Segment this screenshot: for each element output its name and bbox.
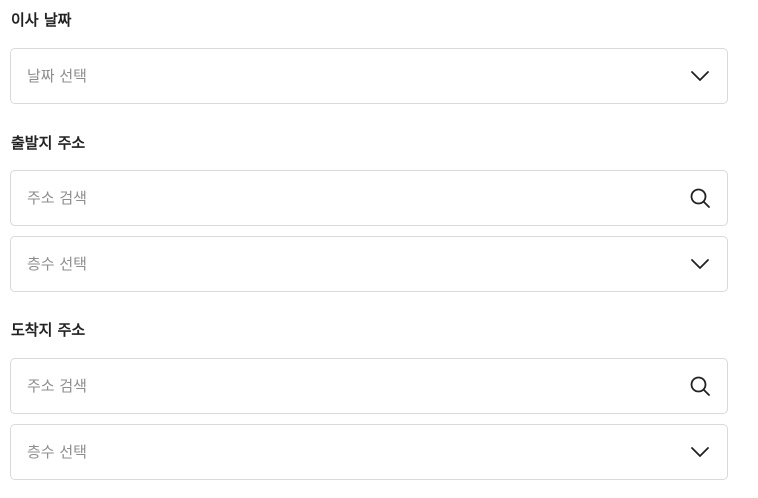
destination-floor-placeholder: 층수 선택	[27, 443, 87, 461]
move-date-select[interactable]: 날짜 선택	[10, 48, 728, 104]
move-date-label: 이사 날짜	[11, 11, 72, 29]
destination-floor-select[interactable]: 층수 선택	[10, 424, 728, 480]
origin-address-label: 출발지 주소	[11, 134, 86, 152]
search-icon[interactable]	[689, 375, 711, 397]
search-icon[interactable]	[689, 187, 711, 209]
destination-search-placeholder: 주소 검색	[27, 377, 87, 395]
destination-address-label: 도착지 주소	[11, 321, 86, 339]
chevron-down-icon	[689, 441, 711, 463]
origin-address-search[interactable]: 주소 검색	[10, 170, 728, 226]
chevron-down-icon	[689, 65, 711, 87]
origin-floor-select[interactable]: 층수 선택	[10, 236, 728, 292]
chevron-down-icon	[689, 253, 711, 275]
move-form: 이사 날짜 날짜 선택 출발지 주소 주소 검색 층수 선택 도착지 주소 주소…	[0, 0, 758, 498]
move-date-placeholder: 날짜 선택	[27, 67, 87, 85]
origin-search-placeholder: 주소 검색	[27, 189, 87, 207]
destination-address-search[interactable]: 주소 검색	[10, 358, 728, 414]
origin-floor-placeholder: 층수 선택	[27, 255, 87, 273]
